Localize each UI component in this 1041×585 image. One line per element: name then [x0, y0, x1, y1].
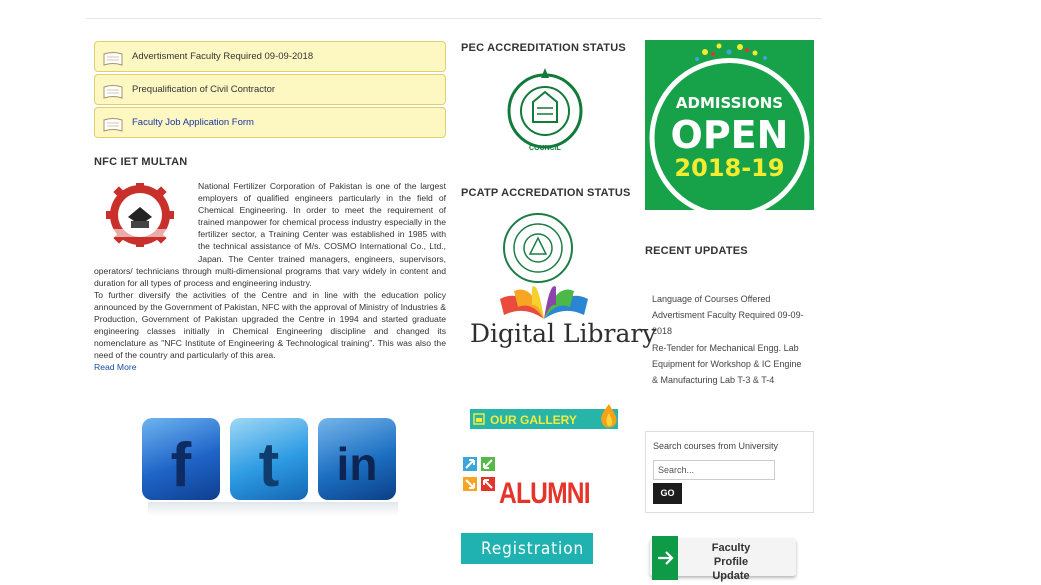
faculty-tab [652, 536, 678, 580]
arrow-right-icon [658, 551, 674, 565]
search-input[interactable] [653, 460, 775, 480]
faculty-profile-update-button[interactable]: Faculty Profile Update [650, 536, 798, 582]
alumni-banner[interactable]: ALUMNI [461, 455, 601, 513]
pec-heading: PEC ACCREDITATION STATUS [461, 42, 626, 54]
registration-button[interactable]: Registration [461, 533, 593, 564]
svg-text:t: t [259, 431, 280, 500]
read-more-link[interactable]: Read More [94, 362, 137, 372]
recent-updates-list: Language of Courses Offered Advertisment… [652, 291, 808, 388]
digital-library-label: Digital Library [470, 319, 657, 348]
faculty-label: Faculty Profile Update [696, 541, 766, 583]
document-icon [103, 118, 123, 132]
arrows-icon [463, 457, 495, 491]
nfc-logo [94, 183, 186, 247]
notice-list: Advertisment Faculty Required 09-09-2018… [94, 41, 446, 140]
faculty-line-1: Faculty [711, 542, 751, 554]
pec-seal-text: COUNCIL [529, 145, 562, 152]
notice-item[interactable]: Advertisment Faculty Required 09-09-2018 [94, 41, 446, 72]
faculty-line-2: Profile Update [712, 556, 750, 582]
gallery-banner[interactable]: OUR GALLERY [470, 403, 620, 431]
notice-item[interactable]: Prequalification of Civil Contractor [94, 74, 446, 105]
top-divider [86, 18, 822, 19]
document-icon [103, 85, 123, 99]
gallery-label: OUR GALLERY [490, 413, 577, 427]
update-link[interactable]: Re-Tender for Mechanical Engg. Lab Equip… [652, 340, 808, 389]
go-button[interactable]: GO [653, 483, 682, 504]
svg-text:in: in [337, 438, 378, 490]
alumni-label: ALUMNI [499, 477, 591, 510]
twitter-icon[interactable]: t [230, 418, 308, 500]
notice-label: Prequalification of Civil Contractor [132, 84, 276, 95]
document-icon [103, 52, 123, 66]
flame-icon [601, 404, 617, 428]
about-paragraph-2: To further diversify the activities of t… [94, 289, 446, 361]
notice-item[interactable]: Faculty Job Application Form [94, 107, 446, 138]
notice-link[interactable]: Faculty Job Application Form [132, 117, 254, 128]
open-book-icon [500, 286, 588, 319]
linkedin-icon[interactable]: in [318, 418, 396, 500]
update-link[interactable]: Advertisment Faculty Required 09-09-2018 [652, 307, 808, 339]
digital-library-banner[interactable]: Digital Library [466, 283, 656, 355]
pcatp-seal-icon [503, 213, 573, 283]
social-reflection [148, 502, 398, 516]
svg-text:f: f [171, 431, 192, 500]
notice-label: Advertisment Faculty Required 09-09-2018 [132, 51, 314, 62]
admissions-line-1: ADMISSIONS [676, 94, 783, 112]
about-heading: NFC IET MULTAN [94, 156, 188, 168]
registration-label: Registration [481, 539, 585, 559]
update-link[interactable]: Language of Courses Offered [652, 291, 808, 307]
admissions-line-2: OPEN [671, 113, 789, 157]
pcatp-heading: PCATP ACCREDATION STATUS [461, 187, 631, 199]
facebook-icon[interactable]: f [142, 418, 220, 500]
search-label: Search courses from University [653, 441, 779, 451]
recent-updates-heading: RECENT UPDATES [645, 245, 748, 257]
social-icons: f t in [142, 418, 402, 516]
admissions-open-banner[interactable]: ADMISSIONS OPEN 2018-19 [645, 40, 814, 210]
course-search-widget: Search courses from University GO [645, 431, 814, 513]
admissions-line-3: 2018-19 [674, 154, 784, 182]
pec-seal-icon: COUNCIL [507, 68, 583, 152]
gallery-icon [473, 413, 485, 425]
